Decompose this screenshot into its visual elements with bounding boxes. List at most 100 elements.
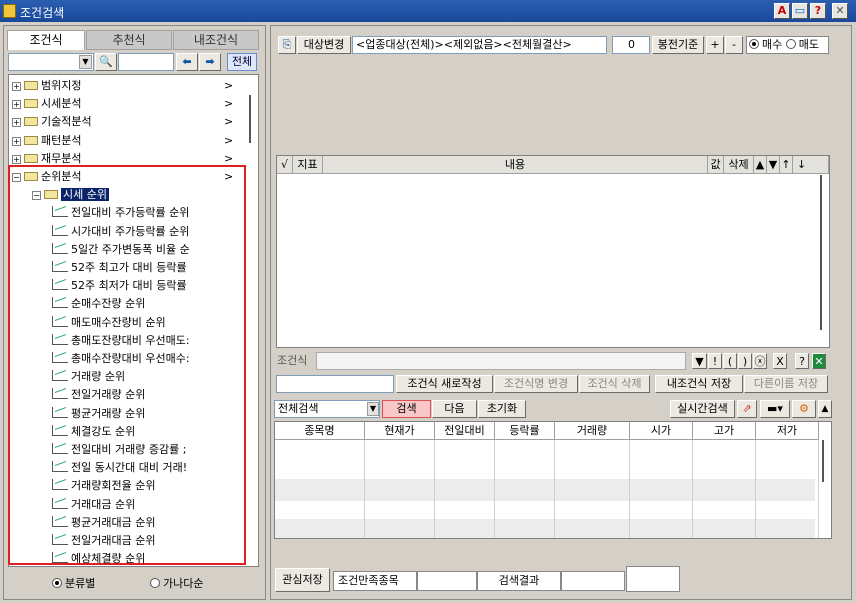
tree-item[interactable]: 52주 최고가 대비 등락률 — [52, 259, 244, 277]
tree-item[interactable]: 총매수잔량대비 우선매수: — [52, 350, 244, 368]
tree-item[interactable]: 평균거래대금 순위 — [52, 514, 244, 532]
pin-icon[interactable]: ▭ — [792, 3, 808, 19]
move-up-icon[interactable]: ▲ — [754, 156, 767, 174]
radio-buy[interactable]: 매수 — [749, 38, 782, 51]
prev-arrow-icon[interactable]: ⬅ — [176, 53, 198, 71]
save-as-button[interactable]: 다른이름 저장 — [744, 375, 828, 393]
tree-scrollbar[interactable] — [249, 95, 251, 143]
table-row[interactable] — [275, 519, 815, 538]
tree-item[interactable]: 순매수잔량 순위 — [52, 295, 244, 313]
open-paren-button[interactable]: ( — [723, 353, 737, 369]
tree-item[interactable]: 5일간 주가변동폭 비율 순 — [52, 241, 244, 259]
move-bottom-icon[interactable]: ↓ — [793, 156, 829, 174]
interest-save-button[interactable]: 관심저장 — [275, 568, 330, 592]
radio-by-category[interactable]: 분류별 — [52, 575, 95, 591]
rename-condition-button[interactable]: 조건식명 변경 — [494, 375, 578, 393]
tree-item[interactable]: + 패턴분석 > — [12, 132, 244, 150]
tree-item[interactable]: 전일대비 주가등락률 순위 — [52, 204, 244, 222]
result-column-header[interactable]: 종목명 — [275, 422, 365, 440]
tree-item[interactable]: 거래대금 순위 — [52, 496, 244, 514]
minus-button[interactable]: - — [725, 36, 743, 54]
search-icon[interactable]: 🔍 — [95, 53, 117, 71]
table-row[interactable] — [275, 479, 815, 501]
tree-item[interactable]: 전일거래량 순위 — [52, 386, 244, 404]
next-arrow-icon[interactable]: ➡ — [199, 53, 221, 71]
collapse-icon[interactable]: − — [32, 191, 41, 201]
font-size-icon[interactable]: A — [774, 3, 790, 19]
search-button[interactable]: 검색 — [382, 400, 431, 418]
next-button[interactable]: 다음 — [432, 400, 477, 418]
gear-icon[interactable]: ⚙ — [792, 400, 816, 418]
tree-item[interactable]: 거래량 순위 — [52, 368, 244, 386]
tree-item[interactable]: 52주 최저가 대비 등락률 — [52, 277, 244, 295]
tree-item[interactable]: + 범위지정 > — [12, 77, 244, 95]
xor-button[interactable]: ⓧ — [753, 353, 767, 369]
tree-item[interactable]: + 기술적분석 > — [12, 113, 244, 131]
move-top-icon[interactable]: ↑ — [780, 156, 793, 174]
formula-input[interactable] — [316, 352, 686, 370]
tree-item[interactable]: 거래량회전율 순위 — [52, 477, 244, 495]
search-input[interactable] — [118, 53, 174, 71]
clear-button[interactable]: X — [773, 353, 787, 369]
result-column-header[interactable]: 현재가 — [365, 422, 435, 440]
expand-icon[interactable]: + — [12, 154, 21, 164]
tab-recommended[interactable]: 추천식 — [86, 30, 172, 50]
help-icon[interactable]: ? — [810, 3, 826, 19]
collapse-icon[interactable]: ▲ — [818, 400, 832, 418]
condition-scrollbar[interactable] — [820, 175, 822, 330]
all-button[interactable]: 전체 — [227, 53, 257, 71]
tab-conditions[interactable]: 조건식 — [7, 30, 85, 50]
help-button[interactable]: ? — [795, 353, 809, 369]
result-column-header[interactable]: 저가 — [756, 422, 819, 440]
plus-button[interactable]: + — [706, 36, 724, 54]
expand-icon[interactable]: + — [12, 136, 21, 146]
result-column-header[interactable]: 거래량 — [555, 422, 630, 440]
target-icon[interactable]: ⎘ — [278, 36, 296, 54]
realtime-search-button[interactable]: 실시간검색 — [670, 400, 735, 418]
excel-icon[interactable]: ✕ — [812, 353, 826, 369]
tree-item[interactable]: + 시세분석 > — [12, 95, 244, 113]
tree-item[interactable]: 평균거래량 순위 — [52, 405, 244, 423]
condition-name-input[interactable] — [276, 375, 394, 393]
chevron-down-icon[interactable]: ▼ — [79, 55, 92, 69]
tree-item[interactable]: 전일거래대금 순위 — [52, 532, 244, 550]
result-scrollbar[interactable] — [822, 440, 824, 482]
close-paren-button[interactable]: ) — [738, 353, 752, 369]
result-column-header[interactable]: 등락률 — [495, 422, 555, 440]
radio-sell[interactable]: 매도 — [785, 38, 819, 51]
collapse-icon[interactable]: − — [12, 173, 21, 182]
bong-stepper[interactable]: 0 — [612, 36, 650, 54]
formula-dropdown-icon[interactable]: ▼ — [692, 353, 707, 369]
tree-item[interactable]: 매도매수잔량비 순위 — [52, 314, 244, 332]
not-operator-button[interactable]: ! — [708, 353, 722, 369]
tree-item[interactable]: 체결강도 순위 — [52, 423, 244, 441]
tree-item[interactable]: 전일대비 거래량 증감률 ; — [52, 441, 244, 459]
delete-condition-button[interactable]: 조건식 삭제 — [579, 375, 650, 393]
save-my-condition-button[interactable]: 내조건식 저장 — [655, 375, 743, 393]
result-column-header[interactable]: 시가 — [630, 422, 693, 440]
tree-item[interactable]: 전일 동시간대 대비 거래! — [52, 459, 244, 477]
tree-item[interactable]: 시가대비 주가등락률 순위 — [52, 223, 244, 241]
tree-item[interactable]: 총매도잔량대비 우선매도: — [52, 332, 244, 350]
tree-item[interactable]: − 순위분석 > — [12, 168, 244, 186]
new-condition-button[interactable]: 조건식 새로작성 — [396, 375, 493, 393]
tree-item[interactable]: + 재무분석 > — [12, 150, 244, 168]
result-column-header[interactable]: 고가 — [693, 422, 756, 440]
result-column-header[interactable]: 전일대비 — [435, 422, 495, 440]
view-dropdown-icon[interactable]: ▬▾ — [760, 400, 790, 418]
tab-my-conditions[interactable]: 내조건식 — [173, 30, 259, 50]
expand-icon[interactable]: + — [12, 118, 21, 128]
tree-item[interactable]: − 시세 순위 — [32, 186, 244, 204]
expand-icon[interactable]: + — [12, 82, 21, 91]
close-icon[interactable]: ✕ — [832, 3, 848, 19]
chevron-down-icon[interactable]: ▼ — [367, 402, 379, 416]
radio-alphabetical[interactable]: 가나다순 — [150, 575, 203, 591]
change-target-button[interactable]: 대상변경 — [297, 36, 351, 54]
chart-icon[interactable]: ⇗ — [737, 400, 757, 418]
expand-icon[interactable]: + — [12, 100, 21, 110]
reset-button[interactable]: 초기화 — [478, 400, 526, 418]
tree-item[interactable]: 예상체결량 순위 — [52, 550, 244, 568]
move-down-icon[interactable]: ▼ — [767, 156, 780, 174]
category-select[interactable]: ▼ — [8, 53, 94, 71]
search-scope-select[interactable]: 전체검색 — [274, 400, 380, 418]
